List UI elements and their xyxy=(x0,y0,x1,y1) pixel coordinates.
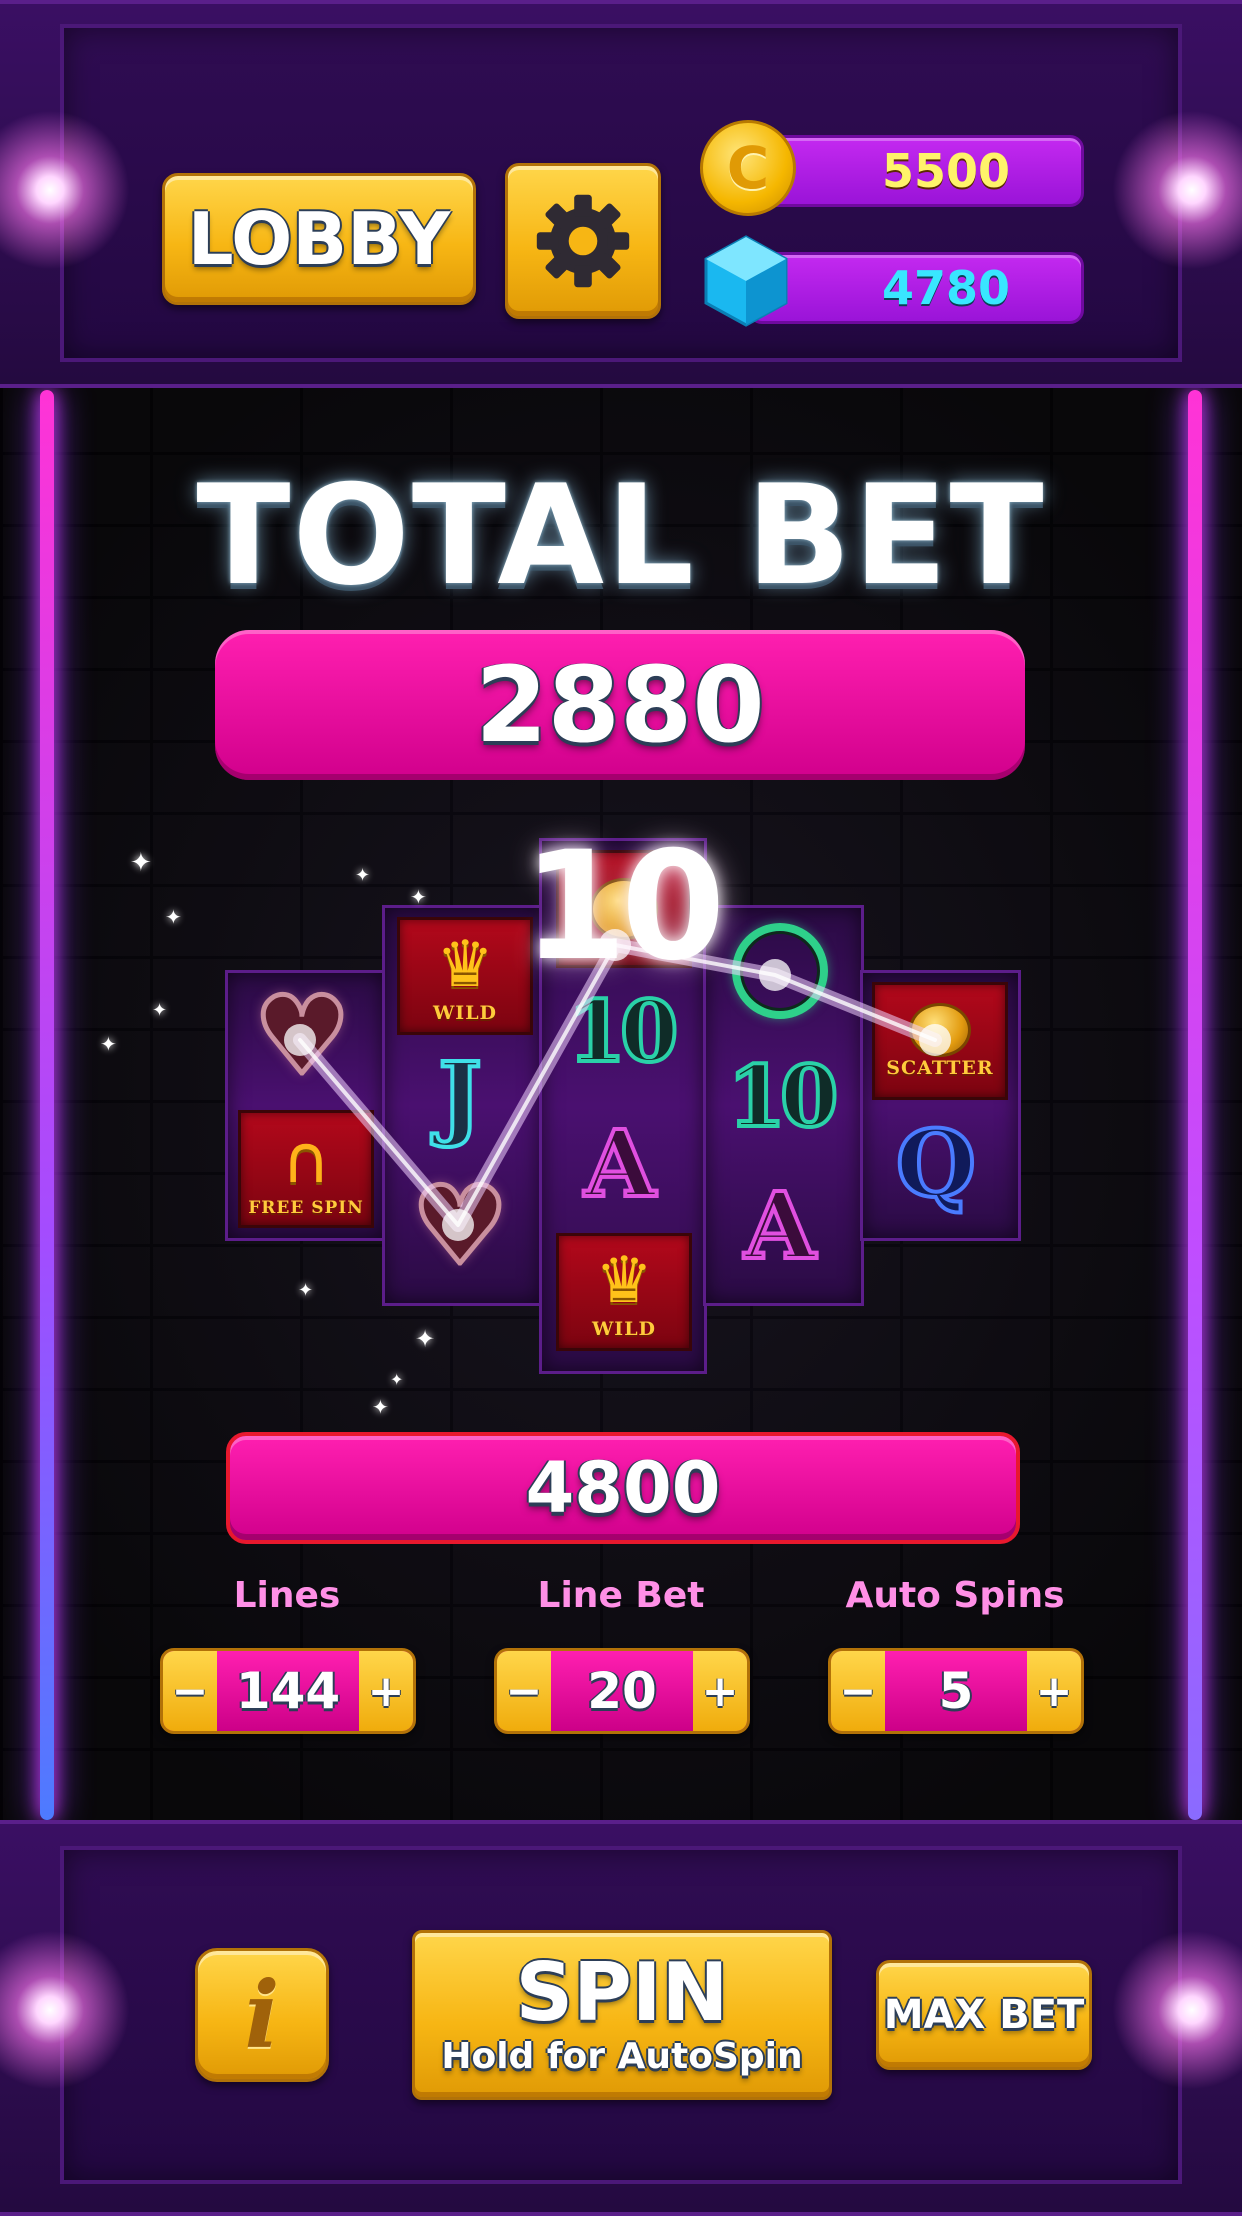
sparkle-icon: ✦ xyxy=(390,1370,404,1389)
lines-increase-button[interactable]: + xyxy=(359,1651,413,1731)
line-bet-decrease-button[interactable]: − xyxy=(497,1651,551,1731)
lines-label: Lines xyxy=(233,1575,341,1616)
sparkle-icon: ✦ xyxy=(100,1032,117,1056)
sparkle-icon: ✦ xyxy=(165,905,182,929)
sparkle-icon: ✦ xyxy=(355,865,371,886)
sparkle-icon: ✦ xyxy=(130,848,152,878)
win-multiplier: 10 xyxy=(522,820,726,994)
sparkle-icon: ✦ xyxy=(152,1000,168,1021)
spin-sublabel: Hold for AutoSpin xyxy=(441,2036,803,2077)
sparkle-icon: ✦ xyxy=(415,1325,436,1353)
win-amount-value: 4800 xyxy=(525,1447,721,1529)
spin-button[interactable]: SPIN Hold for AutoSpin xyxy=(412,1930,832,2100)
auto-spins-value: 5 xyxy=(938,1662,974,1720)
auto-spins-increase-button[interactable]: + xyxy=(1027,1651,1081,1731)
info-icon: i xyxy=(244,1961,280,2069)
sparkle-icon: ✦ xyxy=(410,885,427,909)
lines-stepper: − 144 + xyxy=(160,1648,416,1734)
line-bet-value: 20 xyxy=(587,1662,657,1720)
sparkle-icon: ✦ xyxy=(372,1395,389,1419)
sparkle-icon: ✦ xyxy=(298,1280,314,1301)
auto-spins-decrease-button[interactable]: − xyxy=(831,1651,885,1731)
spin-label: SPIN xyxy=(515,1946,729,2039)
lines-decrease-button[interactable]: − xyxy=(163,1651,217,1731)
line-bet-stepper: − 20 + xyxy=(494,1648,750,1734)
lines-value: 144 xyxy=(235,1662,341,1720)
line-bet-increase-button[interactable]: + xyxy=(693,1651,747,1731)
max-bet-label: MAX BET xyxy=(883,1992,1085,2038)
win-amount-display: 4800 xyxy=(226,1432,1020,1544)
info-button[interactable]: i xyxy=(195,1948,329,2082)
line-bet-label: Line Bet xyxy=(537,1575,705,1616)
auto-spins-stepper: − 5 + xyxy=(828,1648,1084,1734)
max-bet-button[interactable]: MAX BET xyxy=(876,1960,1092,2070)
auto-spins-label: Auto Spins xyxy=(845,1575,1065,1616)
